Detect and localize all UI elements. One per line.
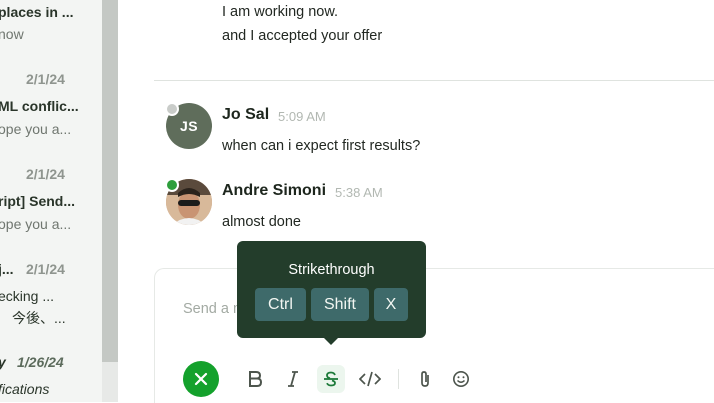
message-text: and I accepted your offer [222,28,383,44]
conversation-item[interactable]: 2/1/24 ML conflic... ope you a... [0,70,102,140]
conversation-date: 1/26/24 [17,354,64,370]
strikethrough-icon [324,371,338,387]
italic-button[interactable] [279,365,307,393]
conversation-preview: now [0,26,24,42]
close-x-icon [194,372,208,386]
key-x: X [374,288,408,321]
emoji-button[interactable] [447,365,475,393]
message-timestamp: 5:38 AM [335,185,383,200]
code-icon [359,371,381,387]
message-divider [154,80,714,81]
conversation-date: 2/1/24 [26,71,65,87]
toolbar-divider [398,369,399,389]
conversation-item[interactable]: j... 2/1/24 ecking ... 今後、... [0,260,102,335]
emoji-icon [453,371,469,387]
sender-name[interactable]: Andre Simoni [222,182,326,200]
attach-button[interactable] [411,365,439,393]
sender-name[interactable]: Jo Sal [222,106,269,124]
chat-panel: I am working now. and I accepted your of… [118,0,714,403]
conversation-title: ript] Send... [0,193,75,209]
code-button[interactable] [356,365,384,393]
conversation-item[interactable]: y 1/26/24 fications [0,354,102,402]
conversation-preview: ope you a... [0,216,72,232]
tooltip-title: Strikethrough [288,262,375,278]
online-status-dot [165,178,179,192]
attach-icon [421,371,429,387]
shortcut-tooltip: Strikethrough Ctrl Shift X [237,241,426,338]
bold-button[interactable] [241,365,269,393]
tooltip-arrow [323,337,339,345]
conversation-title: ML conflic... [0,98,79,114]
key-ctrl: Ctrl [255,288,306,321]
avatar-initials: JS [179,118,199,134]
sidebar-scrollbar[interactable] [102,0,118,402]
conversation-title: j... [0,261,14,277]
message-timestamp: 5:09 AM [278,109,326,124]
conversation-preview: ecking ... [0,288,55,304]
conversation-list: places in ... now 2/1/24 ML conflic... o… [0,0,102,402]
italic-icon [288,371,298,387]
conversation-title: y [0,354,6,371]
close-x-button[interactable] [183,361,219,397]
strikethrough-button[interactable] [317,365,345,393]
message-text: almost done [222,214,301,230]
key-shift: Shift [311,288,369,321]
conversation-preview: ope you a... [0,121,72,137]
conversation-item[interactable]: 2/1/24 ript] Send... ope you a... [0,165,102,235]
message-text: when can i expect first results? [222,138,421,154]
bold-icon [249,371,263,387]
offline-status-dot [165,102,179,116]
conversation-preview-line2: 今後、... [12,310,66,326]
message-text: I am working now. [222,4,339,20]
conversation-title: places in ... [0,4,74,20]
conversation-date: 2/1/24 [26,166,65,182]
conversation-date: 2/1/24 [26,261,65,277]
scrollbar-thumb[interactable] [102,0,118,362]
conversation-preview: fications [0,381,50,397]
